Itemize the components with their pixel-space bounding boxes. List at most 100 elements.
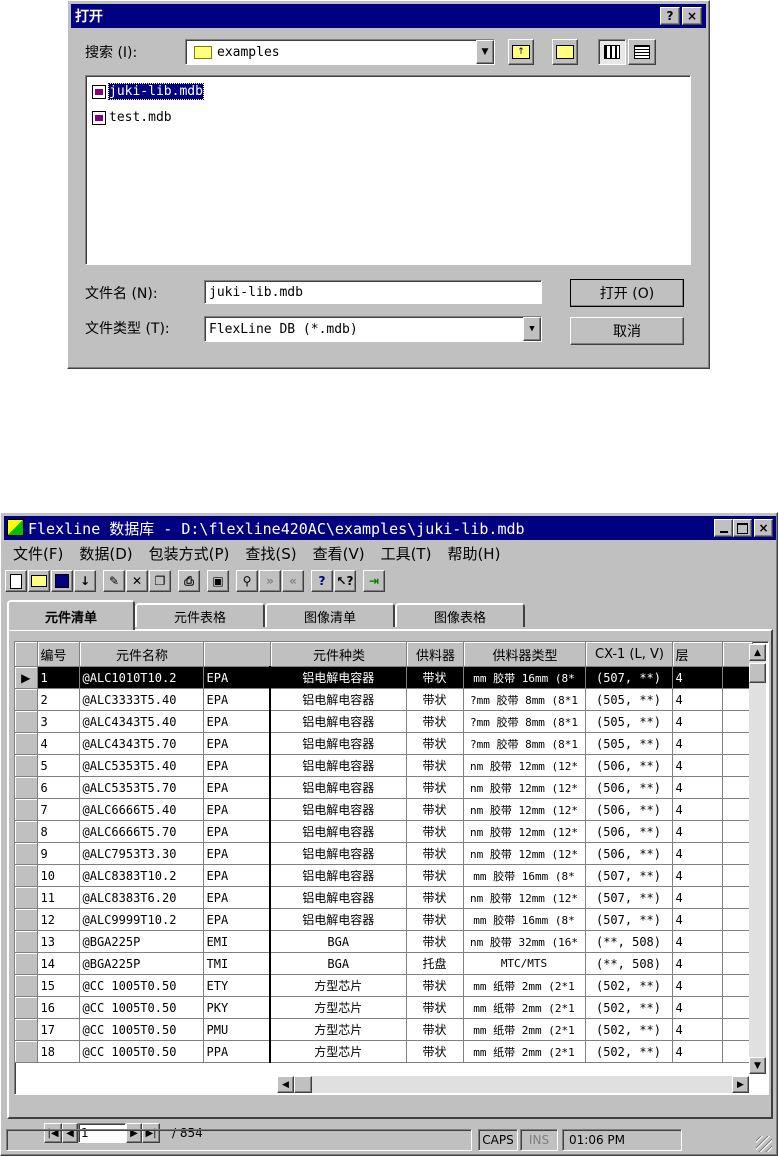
table-cell[interactable]: 4 <box>672 820 723 843</box>
table-cell[interactable]: 10 <box>37 864 80 887</box>
minimize-button[interactable] <box>714 519 733 537</box>
table-cell[interactable]: (507, **) <box>585 886 673 909</box>
row-selector[interactable] <box>15 820 38 843</box>
table-cell[interactable]: (502, **) <box>585 1018 673 1041</box>
table-cell[interactable]: 4 <box>672 974 723 997</box>
table-cell[interactable]: 12 <box>37 908 80 931</box>
scroll-left-icon[interactable]: ◀ <box>277 1076 294 1093</box>
table-cell[interactable]: 带状 <box>406 666 464 689</box>
look-in-combo[interactable]: examples ▼ <box>185 39 495 65</box>
table-cell[interactable]: 4 <box>672 842 723 865</box>
table-cell[interactable]: 4 <box>672 952 723 975</box>
find-next-icon[interactable]: » <box>259 570 281 592</box>
table-cell[interactable]: 3 <box>37 710 80 733</box>
table-cell[interactable]: @ALC6666T5.70 <box>79 820 204 843</box>
tab-image-list[interactable]: 图像清单 <box>265 603 395 627</box>
table-cell[interactable]: (502, **) <box>585 1040 673 1063</box>
data-grid[interactable]: 编号 元件名称 元件种类 供料器 供料器类型 CX-1 (L, V) 层 ▶ 1 @… <box>14 641 769 1095</box>
table-cell[interactable]: 17 <box>37 1018 80 1041</box>
column-header[interactable]: 编号 <box>37 642 80 667</box>
tab-component-list[interactable]: 元件清单 <box>7 600 135 630</box>
table-cell[interactable]: ?mm 胶带 8mm (8*1 <box>463 688 586 711</box>
dialog-title-bar[interactable]: 打开 ? × <box>71 4 706 28</box>
find-prev-icon[interactable]: « <box>282 570 304 592</box>
column-header[interactable]: 供料器类型 <box>463 642 586 667</box>
table-cell[interactable]: 4 <box>672 688 723 711</box>
table-cell[interactable]: @ALC5353T5.70 <box>79 776 204 799</box>
column-header[interactable]: 元件种类 <box>270 642 407 667</box>
table-cell[interactable]: EPA <box>203 710 271 733</box>
table-cell[interactable]: ETY <box>203 974 271 997</box>
table-cell[interactable]: 4 <box>672 908 723 931</box>
table-cell[interactable]: 14 <box>37 952 80 975</box>
table-row[interactable]: 10 @ALC8383T10.2 EPA 铝电解电容器 带状 mm 胶带 16mm (8*… <box>15 864 753 887</box>
table-cell[interactable]: 4 <box>672 710 723 733</box>
table-cell[interactable]: EPA <box>203 842 271 865</box>
table-row[interactable]: 13 @BGA225P EMI BGA 带状 nm 胶带 32mm (16* (**, 50… <box>15 930 753 953</box>
menu-help[interactable]: 帮助(H) <box>447 543 500 567</box>
table-cell[interactable]: 带状 <box>406 864 464 887</box>
table-cell[interactable]: 铝电解电容器 <box>270 864 407 887</box>
table-cell[interactable]: BGA <box>270 952 407 975</box>
close-button[interactable]: × <box>754 519 773 537</box>
table-cell[interactable]: 带状 <box>406 908 464 931</box>
details-view-button[interactable] <box>628 39 656 65</box>
chevron-down-icon[interactable]: ▼ <box>476 40 494 64</box>
table-cell[interactable]: 铝电解电容器 <box>270 776 407 799</box>
tab-component-table[interactable]: 元件表格 <box>135 603 265 627</box>
table-cell[interactable]: (506, **) <box>585 842 673 865</box>
row-selector[interactable] <box>15 864 38 887</box>
table-cell[interactable]: 铝电解电容器 <box>270 688 407 711</box>
scroll-right-icon[interactable]: ▶ <box>732 1076 749 1093</box>
edit-icon[interactable]: ✎ <box>103 570 125 592</box>
table-cell[interactable]: 4 <box>672 798 723 821</box>
filetype-combo[interactable]: FlexLine DB (*.mdb) ▼ <box>204 316 542 342</box>
table-cell[interactable]: 方型芯片 <box>270 1018 407 1041</box>
table-cell[interactable]: 4 <box>672 754 723 777</box>
table-cell[interactable]: 铝电解电容器 <box>270 754 407 777</box>
table-cell[interactable]: nm 胶带 12mm (12* <box>463 842 586 865</box>
table-cell[interactable]: mm 纸带 2mm (2*1 <box>463 1018 586 1041</box>
table-cell[interactable]: @ALC9999T10.2 <box>79 908 204 931</box>
table-cell[interactable]: EPA <box>203 688 271 711</box>
table-cell[interactable]: 6 <box>37 776 80 799</box>
table-cell[interactable]: 带状 <box>406 820 464 843</box>
table-cell[interactable]: 带状 <box>406 1040 464 1063</box>
table-cell[interactable]: EPA <box>203 776 271 799</box>
table-cell[interactable]: mm 胶带 16mm (8* <box>463 908 586 931</box>
table-cell[interactable]: ?mm 胶带 8mm (8*1 <box>463 732 586 755</box>
save-icon[interactable] <box>51 570 73 592</box>
table-cell[interactable]: ?mm 胶带 8mm (8*1 <box>463 710 586 733</box>
table-cell[interactable]: TMI <box>203 952 271 975</box>
table-cell[interactable]: EPA <box>203 886 271 909</box>
table-cell[interactable]: (507, **) <box>585 666 673 689</box>
table-cell[interactable]: 带状 <box>406 754 464 777</box>
menu-view[interactable]: 查看(V) <box>313 543 365 567</box>
table-cell[interactable]: 11 <box>37 886 80 909</box>
table-cell[interactable]: 铝电解电容器 <box>270 842 407 865</box>
table-cell[interactable]: EPA <box>203 798 271 821</box>
table-cell[interactable]: 4 <box>37 732 80 755</box>
table-row[interactable]: 2 @ALC3333T5.40 EPA 铝电解电容器 带状 ?mm 胶带 8mm (8*1… <box>15 688 753 711</box>
table-cell[interactable]: (506, **) <box>585 754 673 777</box>
table-row[interactable]: 5 @ALC5353T5.40 EPA 铝电解电容器 带状 nm 胶带 12mm (12*… <box>15 754 753 777</box>
table-cell[interactable]: mm 纸带 2mm (2*1 <box>463 974 586 997</box>
table-cell[interactable]: 铝电解电容器 <box>270 820 407 843</box>
table-row[interactable]: 17 @CC 1005T0.50 PMU 方型芯片 带状 mm 纸带 2mm (2*1 (5… <box>15 1018 753 1041</box>
help-button[interactable]: ? <box>660 7 680 25</box>
table-cell[interactable]: @CC 1005T0.50 <box>79 1018 204 1041</box>
table-cell[interactable]: @BGA225P <box>79 952 204 975</box>
print-icon[interactable]: ⎙ <box>178 570 200 592</box>
find-icon[interactable]: ⚲ <box>236 570 258 592</box>
table-cell[interactable]: mm 胶带 16mm (8* <box>463 666 586 689</box>
row-selector[interactable] <box>15 754 38 777</box>
table-cell[interactable]: 方型芯片 <box>270 996 407 1019</box>
table-cell[interactable]: 4 <box>672 886 723 909</box>
table-cell[interactable]: (**, 508) <box>585 930 673 953</box>
delete-icon[interactable]: ✕ <box>126 570 148 592</box>
table-cell[interactable]: EPA <box>203 754 271 777</box>
table-cell[interactable]: (505, **) <box>585 710 673 733</box>
table-row[interactable]: ▶ 1 @ALC1010T10.2 EPA 铝电解电容器 带状 mm 胶带 16mm (8*… <box>15 666 753 689</box>
table-cell[interactable]: 2 <box>37 688 80 711</box>
table-cell[interactable]: @ALC5353T5.40 <box>79 754 204 777</box>
